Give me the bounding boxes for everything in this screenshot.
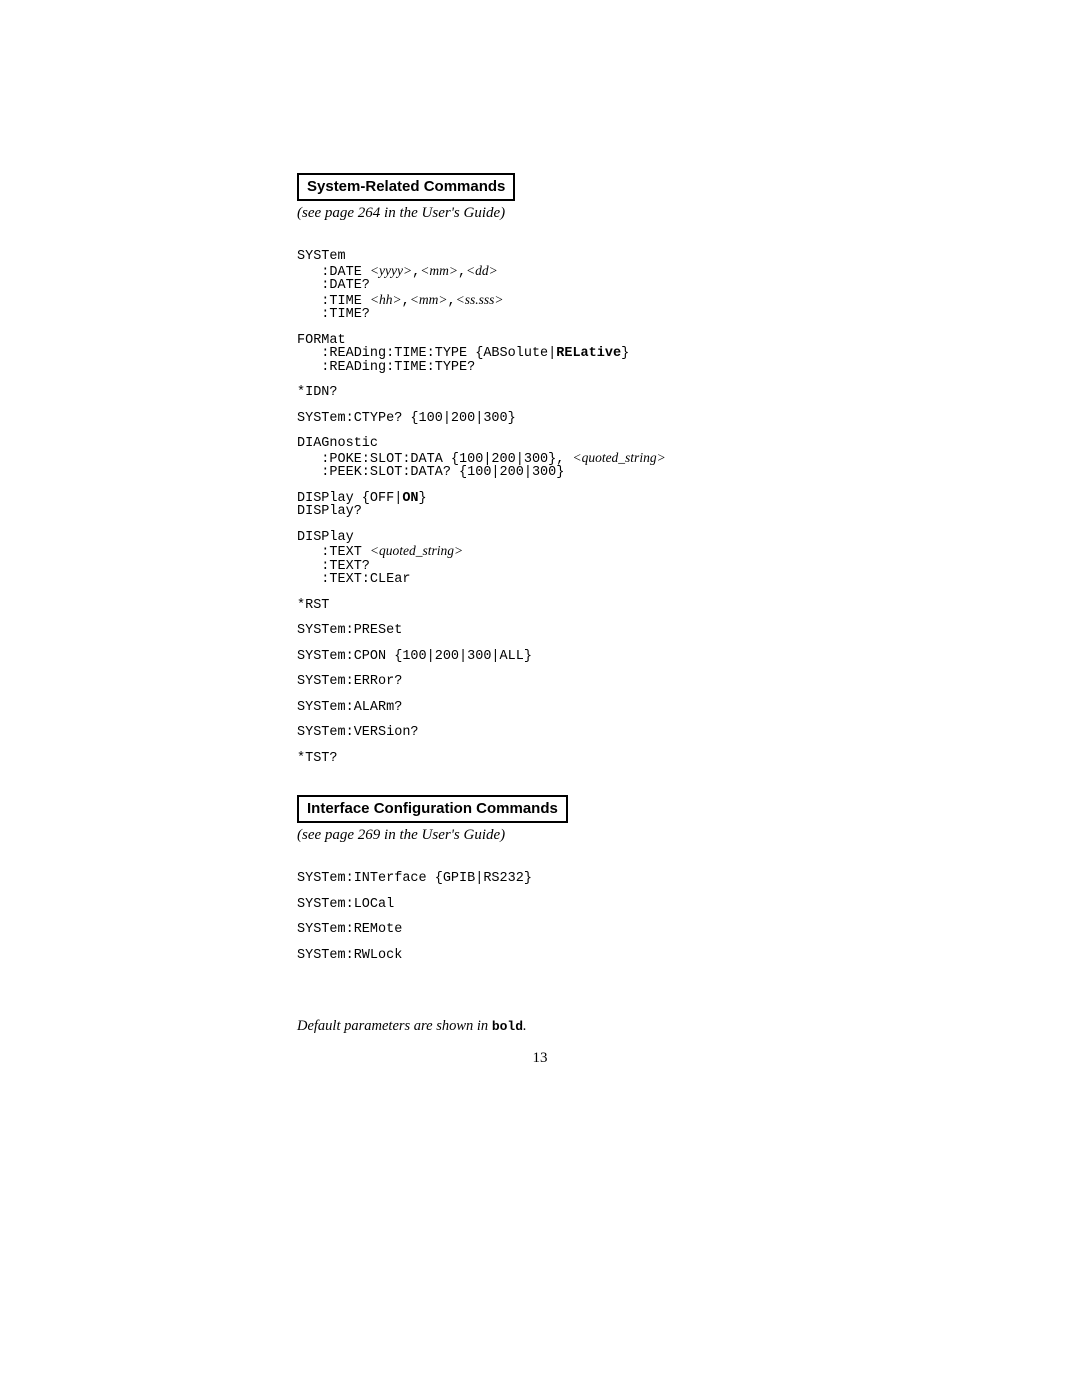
code-local: SYSTem:LOCal [297, 898, 857, 912]
placeholder-quoted-string-2: <quoted_string> [370, 543, 463, 558]
code-display-text: DISPlay :TEXT <quoted_string> :TEXT? :TE… [297, 531, 857, 587]
page-number: 13 [0, 1050, 1080, 1067]
subhead-interface: (see page 269 in the User's Guide) [297, 827, 857, 844]
placeholder-dd: <dd> [466, 263, 498, 278]
code-text: } [419, 491, 427, 506]
heading-interface-commands: Interface Configuration Commands [297, 795, 568, 823]
page: System-Related Commands (see page 264 in… [0, 0, 1080, 1397]
code-line: :PEEK:SLOT:DATA? {100|200|300} [297, 465, 564, 480]
code-error: SYSTem:ERRor? [297, 675, 857, 689]
code-cpon: SYSTem:CPON {100|200|300|ALL} [297, 650, 857, 664]
code-interface: SYSTem:INTerface {GPIB|RS232} [297, 872, 857, 886]
section-interface: Interface Configuration Commands (see pa… [297, 795, 857, 844]
main-content: System-Related Commands (see page 264 in… [297, 173, 857, 962]
code-line: DISPlay? [297, 504, 362, 519]
footnote-bold: bold [492, 1019, 523, 1034]
code-text: , [402, 294, 410, 309]
code-preset: SYSTem:PRESet [297, 624, 857, 638]
code-remote: SYSTem:REMote [297, 923, 857, 937]
placeholder-hh: <hh> [370, 292, 402, 307]
footnote-default-params: Default parameters are shown in bold. [297, 1018, 857, 1035]
heading-system-commands: System-Related Commands [297, 173, 515, 201]
code-system-date-time: SYSTem :DATE <yyyy>,<mm>,<dd> :DATE? :TI… [297, 250, 857, 322]
code-text: , [458, 265, 466, 280]
placeholder-mm: <mm> [420, 263, 458, 278]
placeholder-ss: <ss.sss> [456, 292, 504, 307]
code-rst: *RST [297, 599, 857, 613]
code-ctype: SYSTem:CTYPe? {100|200|300} [297, 412, 857, 426]
code-format: FORMat :READing:TIME:TYPE {ABSolute|RELa… [297, 334, 857, 375]
code-line: DISPlay [297, 530, 354, 545]
default-relative: RELative [556, 346, 621, 361]
placeholder-mm2: <mm> [410, 292, 448, 307]
subhead-system: (see page 264 in the User's Guide) [297, 205, 857, 222]
code-tst: *TST? [297, 752, 857, 766]
footnote-prefix: Default parameters are shown in [297, 1018, 492, 1034]
default-on: ON [402, 491, 418, 506]
code-line: DIAGnostic [297, 436, 378, 451]
code-display-toggle: DISPlay {OFF|ON} DISPlay? [297, 492, 857, 519]
code-line: :DATE? [297, 278, 370, 293]
code-idn: *IDN? [297, 386, 857, 400]
code-line: :TEXT:CLEar [297, 572, 410, 587]
code-diagnostic: DIAGnostic :POKE:SLOT:DATA {100|200|300}… [297, 437, 857, 480]
code-line: :READing:TIME:TYPE? [297, 360, 475, 375]
code-text: , [412, 265, 420, 280]
code-line: SYSTem [297, 249, 346, 264]
placeholder-quoted-string: <quoted_string> [572, 450, 665, 465]
code-version: SYSTem:VERSion? [297, 726, 857, 740]
code-alarm: SYSTem:ALARm? [297, 701, 857, 715]
placeholder-yyyy: <yyyy> [370, 263, 412, 278]
code-text: , [447, 294, 455, 309]
footnote-suffix: . [523, 1018, 527, 1034]
code-line: :TIME? [297, 307, 370, 322]
code-rwlock: SYSTem:RWLock [297, 949, 857, 963]
code-text: } [621, 346, 629, 361]
